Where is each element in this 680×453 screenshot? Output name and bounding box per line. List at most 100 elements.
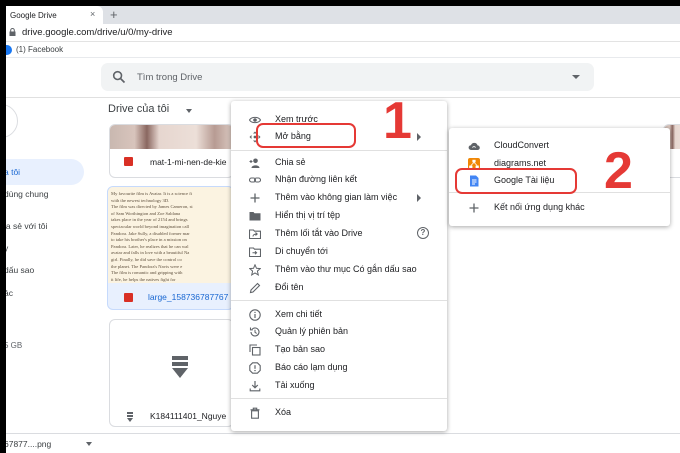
trash-icon (250, 407, 260, 419)
submenu-item-label: diagrams.net (494, 158, 547, 168)
search-options-icon[interactable] (572, 75, 580, 79)
folder-icon (249, 212, 261, 221)
sidebar-item-starred[interactable]: dấu sao (6, 265, 34, 275)
shortcut-icon (249, 229, 261, 240)
url-text: drive.google.com/drive/u/0/my-drive (22, 27, 173, 38)
file-thumbnail (110, 125, 233, 149)
bookmarks-bar: (1) Facebook (6, 42, 680, 58)
new-tab-button[interactable]: + (110, 7, 118, 22)
menu-item-get-link[interactable]: Nhận đường liên kết (231, 171, 447, 189)
tab-close-icon[interactable]: × (90, 9, 95, 19)
menu-divider (231, 300, 447, 301)
menu-item-rename[interactable]: Đổi tên (231, 279, 447, 297)
browser-tab-bar: Google Drive × + (6, 6, 680, 24)
menu-item-label: Báo cáo lạm dụng (275, 362, 348, 372)
person-add-icon (249, 158, 260, 168)
sidebar-item-recent[interactable]: y (6, 243, 8, 253)
screen: Google Drive × + drive.google.com/drive/… (6, 6, 680, 453)
sidebar-item-shared-drives[interactable]: dùng chung (6, 189, 48, 199)
menu-item-manage-versions[interactable]: Quản lý phiên bản (231, 323, 447, 341)
menu-item-move-to[interactable]: Di chuyển tới (231, 243, 447, 261)
doc-preview-line: Pandora. Jake Sully, a disabled former m… (111, 230, 190, 236)
image-file-icon (124, 157, 133, 166)
sidebar-item-other[interactable]: ác (6, 288, 13, 298)
doc-preview-line: it life, he helps the natives fight for (111, 276, 176, 282)
bookmark-facebook[interactable]: (1) Facebook (16, 45, 63, 54)
doc-preview-line: The film is romantic and gripping with (111, 270, 183, 276)
new-button[interactable] (6, 104, 18, 138)
doc-preview-line: My favourite film is Avatar. It is a sci… (111, 191, 193, 196)
highlight-google-docs (455, 168, 577, 194)
menu-item-details[interactable]: Xem chi tiết (231, 306, 447, 324)
chevron-down-icon[interactable] (186, 109, 192, 113)
image-frame: Google Drive × + drive.google.com/drive/… (0, 0, 680, 453)
menu-item-label: Thêm vào thư mục Có gắn dấu sao (275, 264, 417, 274)
doc-preview-line: the planet. The Pandora's Navis were e (111, 263, 183, 269)
menu-item-download[interactable]: Tải xuống (231, 377, 447, 395)
archive-icon (127, 412, 133, 422)
context-menu: Xem trước Mở bằng Chia sẻ Nhận đường liê… (231, 101, 447, 431)
menu-item-label: Thêm lối tắt vào Drive (275, 228, 363, 238)
doc-preview-line: takes place in the year of 2154 and brin… (111, 217, 188, 223)
link-icon (249, 177, 261, 183)
chevron-right-icon (417, 133, 421, 141)
submenu-item-connect-more-apps[interactable]: Kết nối ứng dụng khác (449, 199, 670, 217)
download-bar: 67877....png (6, 433, 680, 453)
menu-item-label: Tải xuống (275, 380, 315, 390)
browser-tab[interactable]: Google Drive × (6, 6, 103, 24)
menu-item-add-shortcut[interactable]: Thêm lối tắt vào Drive ? (231, 225, 447, 243)
download-item[interactable]: 67877....png (6, 439, 51, 449)
header-divider (6, 97, 680, 98)
file-card-zip[interactable]: K184111401_Nguye (109, 319, 234, 427)
highlight-open-with (256, 123, 356, 148)
file-name: K184111401_Nguye (150, 411, 227, 421)
menu-item-show-location[interactable]: Hiển thị vị trí tệp (231, 207, 447, 225)
address-bar[interactable]: drive.google.com/drive/u/0/my-drive (6, 24, 680, 42)
cloud-icon (468, 142, 480, 150)
search-input[interactable]: Tìm trong Drive (137, 72, 202, 83)
menu-item-share[interactable]: Chia sẻ (231, 154, 447, 172)
menu-item-report-abuse[interactable]: Báo cáo lạm dụng (231, 359, 447, 377)
doc-preview-line: avatar and falls in love with a beautifu… (111, 250, 190, 256)
download-icon (249, 381, 261, 392)
menu-item-label: Xem chi tiết (275, 309, 323, 319)
copy-icon (249, 344, 261, 356)
image-file-icon (124, 293, 133, 302)
lock-icon (9, 28, 16, 36)
submenu-item-label: CloudConvert (494, 140, 550, 150)
file-card-image-2[interactable]: My favourite film is Avatar. It is a sci… (107, 186, 234, 310)
submenu-item-cloudconvert[interactable]: CloudConvert (449, 137, 670, 155)
info-icon (249, 309, 261, 321)
report-icon (249, 362, 261, 374)
history-icon (249, 327, 260, 337)
doc-preview-line: with the newest technology 3D. (111, 197, 170, 203)
step-number-2: 2 (604, 142, 633, 200)
pencil-icon (249, 282, 261, 294)
move-folder-icon (249, 247, 261, 258)
step-number-1: 1 (383, 92, 412, 150)
menu-item-add-starred[interactable]: Thêm vào thư mục Có gắn dấu sao (231, 261, 447, 279)
facebook-icon (6, 45, 12, 55)
help-icon[interactable]: ? (417, 227, 429, 239)
plus-icon (469, 203, 479, 213)
chevron-right-icon (417, 194, 421, 202)
doc-preview-line: girl. Finally, he did save the control c… (111, 257, 182, 262)
sidebar-item-my-drive[interactable]: a tôi (6, 167, 20, 177)
menu-item-label: Đổi tên (275, 282, 304, 292)
file-card-image-1[interactable]: mat-1-mi-nen-de-kie (109, 124, 234, 178)
archive-icon (172, 356, 188, 378)
submenu-item-label: Kết nối ứng dụng khác (494, 202, 585, 212)
drive-search-box[interactable]: Tìm trong Drive (101, 63, 594, 91)
file-name: large_158736787767 (148, 292, 229, 302)
tab-title: Google Drive (10, 11, 57, 20)
menu-item-label: Xóa (275, 407, 292, 417)
breadcrumb[interactable]: Drive của tôi (108, 103, 169, 115)
chevron-down-icon[interactable] (86, 442, 92, 446)
file-thumbnail: My favourite film is Avatar. It is a sci… (108, 187, 233, 283)
menu-item-delete[interactable]: Xóa (231, 404, 447, 422)
menu-item-make-copy[interactable]: Tạo bản sao (231, 341, 447, 359)
menu-item-add-to-workspace[interactable]: Thêm vào không gian làm việc (231, 189, 447, 207)
menu-item-label: Quản lý phiên bản (275, 326, 349, 336)
sidebar-item-shared-with-me[interactable]: ia sẻ với tôi (6, 221, 47, 231)
menu-item-label: Hiển thị vị trí tệp (275, 210, 341, 220)
